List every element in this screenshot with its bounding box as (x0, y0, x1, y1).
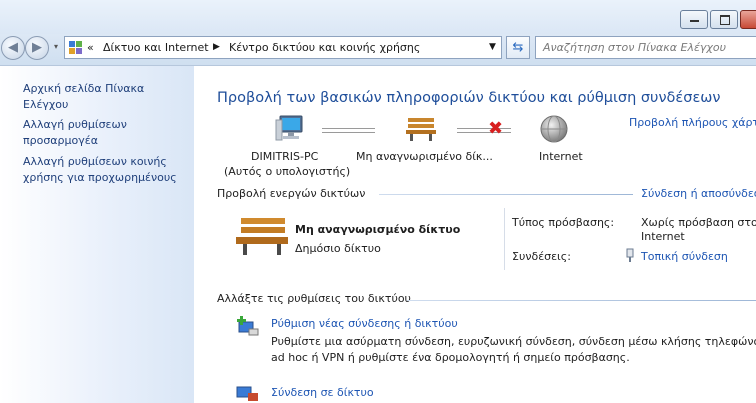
window-title-bar (0, 0, 756, 34)
computer-name-label: DIMITRIS-PC (251, 150, 319, 163)
back-arrow-icon: ◀ (8, 40, 18, 55)
breadcrumb-network-sharing-center[interactable]: Κέντρο δικτύου και κοινής χρήσης (229, 41, 420, 54)
setup-new-connection-link[interactable]: Ρύθμιση νέας σύνδεσης ή δικτύου (271, 317, 458, 330)
active-networks-divider (379, 194, 633, 195)
no-connection-x-icon: ✖ (488, 118, 504, 139)
recent-pages-button[interactable]: ▾ (50, 36, 62, 60)
control-panel-icon (69, 41, 82, 54)
connect-to-network-link[interactable]: Σύνδεση σε δίκτυο (271, 386, 374, 399)
sidebar-item-control-panel-home[interactable]: Αρχική σελίδα Πίνακα Ελέγχου (23, 81, 193, 113)
connect-disconnect-link[interactable]: Σύνδεση ή αποσύνδεση (641, 187, 756, 200)
refresh-button[interactable]: ⇆ (506, 36, 530, 59)
main-content: Προβολή των βασικών πληροφοριών δικτύου … (195, 66, 756, 403)
public-network-bench-icon (236, 218, 288, 255)
minimize-button[interactable] (680, 10, 708, 29)
setup-new-connection-description-line1: Ρυθμίστε μια ασύρματη σύνδεση, ευρυζωνικ… (271, 335, 756, 348)
breadcrumb-separator-icon: ▶ (213, 42, 220, 52)
close-button[interactable] (740, 10, 756, 29)
network-map-label: Μη αναγνωρισμένο δίκ... (356, 150, 493, 163)
forward-arrow-icon: ▶ (32, 40, 42, 55)
active-network-name: Μη αναγνωρισμένο δίκτυο (295, 223, 461, 236)
sidebar-item-change-adapter-settings[interactable]: Αλλαγή ρυθμίσεων προσαρμογέα (23, 117, 158, 149)
minimize-icon (690, 20, 699, 22)
forward-button[interactable]: ▶ (25, 36, 49, 60)
active-network-type[interactable]: Δημόσιο δίκτυο (295, 242, 381, 255)
sidebar: Αρχική σελίδα Πίνακα Ελέγχου Αλλαγή ρυθμ… (0, 66, 194, 403)
active-network-details-separator (504, 208, 505, 270)
computer-network-link (322, 128, 375, 133)
change-settings-header: Αλλάξτε τις ρυθμίσεις του δικτύου (217, 292, 411, 305)
sidebar-item-advanced-sharing-settings[interactable]: Αλλαγή ρυθμίσεων κοινής χρήσης για προχω… (23, 154, 188, 186)
active-networks-header: Προβολή ενεργών δικτύων (217, 187, 366, 200)
maximize-button[interactable] (710, 10, 738, 29)
address-prefix: « (87, 41, 94, 54)
computer-subtitle-label: (Αυτός ο υπολογιστής) (224, 165, 351, 178)
page-title: Προβολή των βασικών πληροφοριών δικτύου … (217, 90, 721, 106)
address-dropdown-icon[interactable]: ▼ (489, 42, 496, 52)
local-connection-icon (626, 248, 634, 262)
setup-new-connection-description-line2: ad hoc ή VPN ή ρυθμίστε ένα δρομολογητή … (271, 351, 630, 364)
back-button[interactable]: ◀ (1, 36, 25, 60)
internet-globe-icon (540, 115, 568, 143)
view-full-map-link[interactable]: Προβολή πλήρους χάρτη (629, 116, 756, 129)
breadcrumb-network-internet[interactable]: Δίκτυο και Internet (103, 41, 209, 54)
new-connection-icon (237, 316, 259, 336)
local-connection-link[interactable]: Τοπική σύνδεση (641, 250, 728, 263)
unidentified-network-bench-icon (406, 118, 436, 141)
connections-label: Συνδέσεις: (512, 250, 571, 263)
refresh-icon: ⇆ (512, 40, 524, 55)
connect-to-network-icon (236, 386, 258, 401)
access-type-label: Τύπος πρόσβασης: (512, 216, 615, 229)
change-settings-divider (407, 300, 756, 301)
search-box[interactable]: Αναζήτηση στον Πίνακα Ελέγχου (535, 36, 756, 59)
search-placeholder: Αναζήτηση στον Πίνακα Ελέγχου (543, 41, 727, 54)
maximize-icon (720, 15, 730, 25)
computer-icon (275, 115, 303, 141)
address-bar[interactable]: « Δίκτυο και Internet ▶ Κέντρο δικτύου κ… (64, 36, 502, 59)
internet-map-label: Internet (539, 150, 583, 163)
access-type-value: Χωρίς πρόσβαση στο Internet (641, 216, 756, 243)
